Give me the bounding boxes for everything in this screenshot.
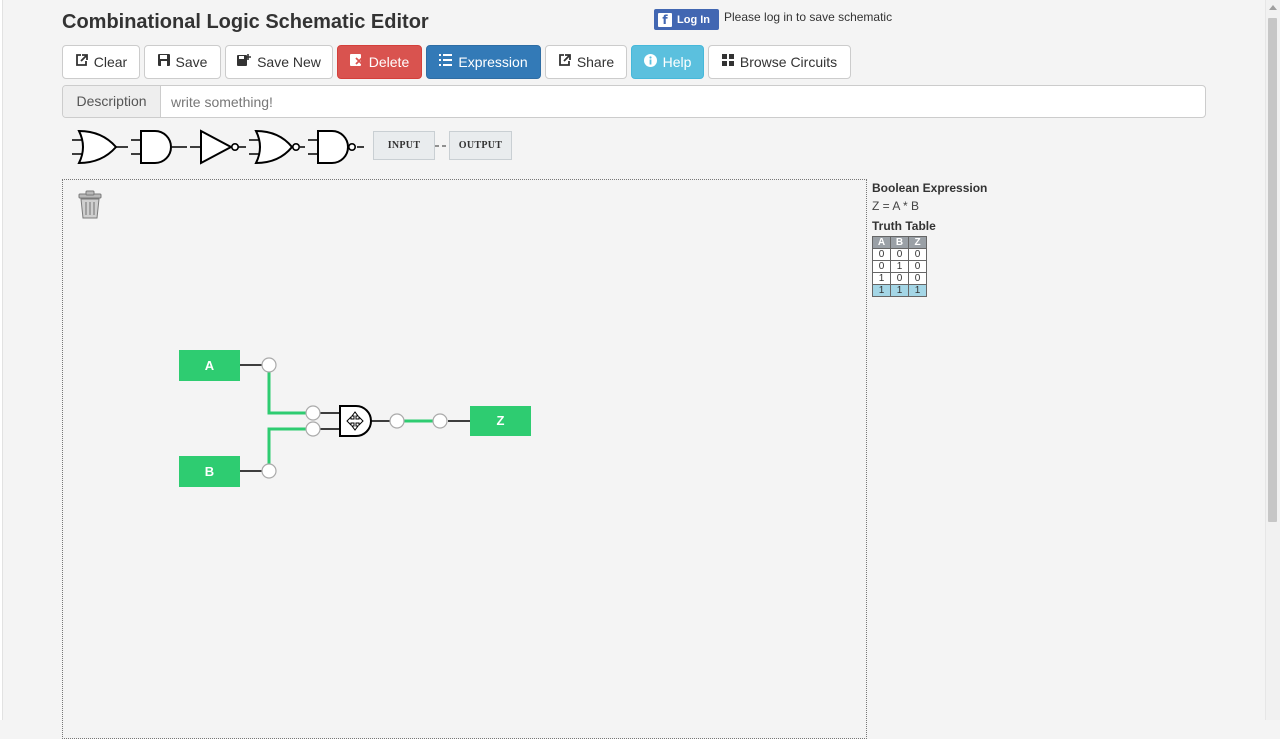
truth-table: A B Z 0 0 0 0 1 0 1 0 0 1 1 1 (872, 236, 927, 297)
browse-circuits-button[interactable]: Browse Circuits (708, 45, 851, 79)
expression-label: Expression (458, 54, 528, 70)
scroll-up-arrow-icon[interactable] (1269, 5, 1277, 10)
connector-gate-out[interactable] (389, 413, 405, 429)
truth-table-title: Truth Table (872, 219, 936, 233)
page-title: Combinational Logic Schematic Editor (62, 11, 429, 33)
palette-or-gate[interactable] (70, 129, 130, 170)
palette-output-node[interactable]: OUTPUT (449, 131, 512, 160)
palette-nand-gate[interactable] (306, 129, 366, 170)
window-edge (0, 0, 3, 720)
truth-table-cell: 0 (872, 260, 891, 273)
and-gate-icon (131, 130, 187, 164)
truth-table-cell: 0 (908, 272, 927, 285)
login-note: Please log in to save schematic (724, 10, 893, 24)
clear-button[interactable]: Clear (62, 45, 140, 79)
wire-a-to-gate[interactable] (267, 372, 306, 415)
floppy-disk-icon (157, 54, 170, 70)
truth-table-cell: 0 (908, 260, 927, 273)
grid-icon (721, 54, 734, 70)
list-icon (439, 54, 453, 70)
truth-table-cell: 1 (872, 284, 891, 297)
facebook-icon: f (658, 12, 672, 27)
scrollbar-thumb[interactable] (1268, 18, 1277, 522)
truth-table-header-cell: B (890, 236, 909, 249)
expression-button[interactable]: Expression (426, 45, 541, 79)
truth-table-cell: 1 (890, 260, 909, 273)
input-node-b-label: B (205, 464, 214, 479)
help-label: Help (662, 54, 692, 70)
truth-table-cell: 1 (890, 284, 909, 297)
truth-table-row: 0 1 0 (872, 260, 927, 273)
page-scrollbar[interactable] (1265, 0, 1280, 720)
wire-b-to-gate[interactable] (267, 427, 306, 464)
palette-nor-gate[interactable] (247, 129, 307, 170)
palette-input-node[interactable]: INPUT (373, 131, 435, 160)
circuit-diagram: A B Z (179, 350, 531, 487)
schematic-canvas[interactable]: A B Z (62, 179, 867, 739)
save-label: Save (175, 54, 208, 70)
truth-table-header-cell: A (872, 236, 891, 249)
description-group: Description (62, 85, 1206, 118)
description-label: Description (63, 86, 161, 117)
truth-table-cell: 0 (890, 248, 909, 261)
truth-table-row: 1 0 0 (872, 272, 927, 285)
truth-table-row: 0 0 0 (872, 248, 927, 261)
nor-gate-icon (249, 129, 305, 165)
external-link-icon (75, 53, 88, 71)
input-stubs (240, 364, 262, 472)
truth-table-cell: 0 (908, 248, 927, 261)
delete-button[interactable]: Delete (337, 45, 422, 79)
palette-dashed-connector (435, 145, 450, 147)
input-node-a-label: A (205, 358, 215, 373)
connector-gate-in1[interactable] (305, 405, 321, 421)
connector-z-in[interactable] (432, 413, 448, 429)
or-gate-icon (72, 129, 128, 165)
share-icon (558, 53, 571, 71)
truth-table-cell: 0 (890, 272, 909, 285)
truth-table-header-cell: Z (908, 236, 927, 249)
boolean-expression-title: Boolean Expression (872, 181, 988, 195)
share-button[interactable]: Share (545, 45, 627, 79)
delete-label: Delete (368, 54, 410, 70)
output-node-z-label: Z (497, 413, 505, 428)
share-label: Share (576, 54, 615, 70)
save-new-label: Save New (257, 54, 321, 70)
facebook-login-button[interactable]: f Log In (654, 9, 719, 30)
save-new-icon (237, 53, 252, 71)
boolean-expression: Z = A * B (872, 199, 920, 213)
nand-gate-icon (308, 130, 364, 164)
truth-table-cell: 0 (872, 248, 891, 261)
truth-table-cell: 1 (872, 272, 891, 285)
truth-table-row-highlighted: 1 1 1 (872, 284, 927, 297)
truth-table-header: A B Z (872, 236, 927, 249)
not-gate-icon (190, 129, 246, 165)
info-icon (643, 53, 657, 71)
connector-gate-in2[interactable] (305, 421, 321, 437)
connector-b-out[interactable] (261, 463, 277, 479)
help-button[interactable]: Help (631, 45, 704, 79)
browse-circuits-label: Browse Circuits (739, 54, 838, 70)
delete-icon (349, 53, 363, 71)
connector-a-out[interactable] (261, 357, 277, 373)
save-button[interactable]: Save (144, 45, 221, 79)
palette-not-gate[interactable] (188, 129, 248, 170)
description-input[interactable] (171, 86, 1191, 117)
palette-and-gate[interactable] (129, 129, 189, 170)
save-new-button[interactable]: Save New (225, 45, 333, 79)
facebook-login-label: Log In (677, 13, 710, 26)
clear-label: Clear (93, 54, 128, 70)
truth-table-cell: 1 (908, 284, 927, 297)
